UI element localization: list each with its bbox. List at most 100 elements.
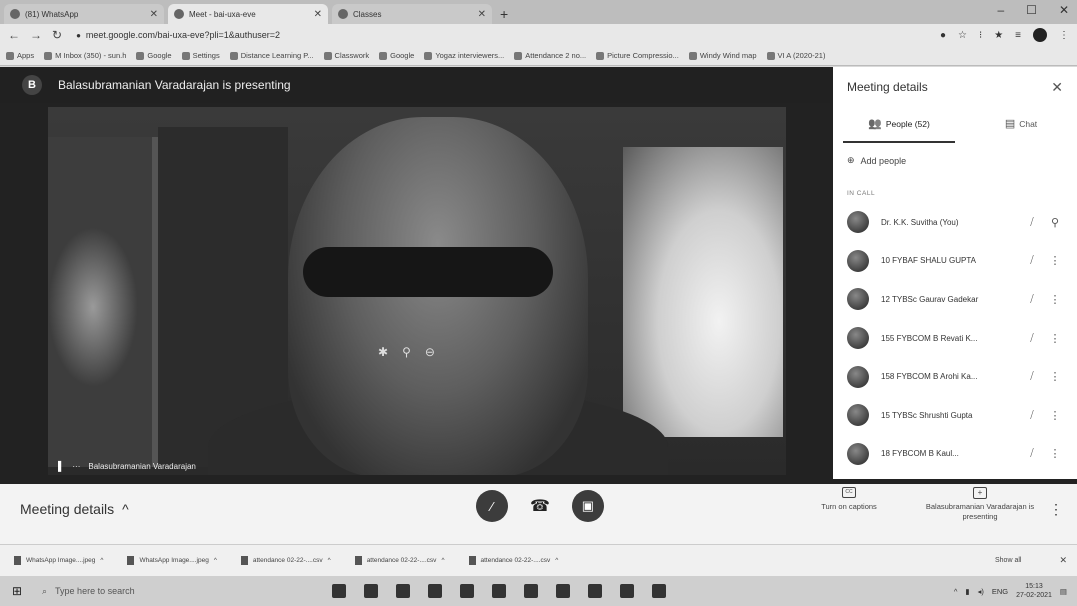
file-explorer-icon[interactable]	[396, 584, 410, 598]
cortana-icon[interactable]	[332, 584, 346, 598]
bookmark-item[interactable]: Google	[379, 51, 414, 60]
chevron-up-icon[interactable]: ^	[214, 557, 217, 564]
extension-icon[interactable]: ≡	[1015, 30, 1021, 41]
tab-whatsapp[interactable]: (81) WhatsApp ✕	[4, 4, 164, 24]
menu-icon[interactable]: ⋮	[1059, 30, 1069, 41]
app-icon[interactable]	[492, 584, 506, 598]
classroom-icon	[323, 52, 332, 60]
more-vert-icon[interactable]: ⋮	[1047, 370, 1063, 383]
bookmark-item[interactable]: VI A (2020-21)	[766, 51, 825, 60]
bookmark-item[interactable]: Attendance 2 no...	[514, 51, 586, 60]
extension-icon[interactable]: ⁝	[979, 30, 982, 41]
chevron-up-icon[interactable]: ^	[954, 587, 958, 596]
present-now-button[interactable]: + Balasubramanian Varadarajan is present…	[910, 487, 1050, 522]
notifications-icon[interactable]: ▤	[1060, 587, 1067, 596]
participant-row[interactable]: 12 TYBSc Gaurav Gadekar ⧸ ⋮	[833, 280, 1077, 319]
back-icon[interactable]: ←	[8, 28, 20, 42]
bookmark-item[interactable]: M Inbox (350) - sun.h	[44, 51, 126, 60]
more-vert-icon[interactable]: ⋮	[1047, 409, 1063, 422]
bookmark-item[interactable]: Classwork	[323, 51, 369, 60]
chevron-up-icon[interactable]: ^	[100, 557, 103, 564]
new-tab-button[interactable]: +	[500, 4, 508, 24]
more-icon[interactable]: ···	[72, 462, 80, 471]
show-all-button[interactable]: Show all	[995, 557, 1021, 564]
star-icon[interactable]: ☆	[958, 30, 967, 41]
address-bar[interactable]: ● meet.google.com/bai-uxa-eve?pli=1&auth…	[72, 27, 930, 43]
mic-icon[interactable]: ⚲	[402, 345, 411, 359]
maximize-icon[interactable]: ☐	[1026, 3, 1037, 17]
camera-icon[interactable]: ●	[940, 30, 946, 41]
windows-start-icon[interactable]: ⊞	[12, 584, 32, 598]
close-icon[interactable]: ✕	[1051, 79, 1063, 96]
minimize-icon[interactable]: –	[997, 3, 1004, 17]
chevron-up-icon[interactable]: ^	[328, 557, 331, 564]
more-vert-icon[interactable]: ⋮	[1047, 293, 1063, 306]
close-window-icon[interactable]: ✕	[1059, 3, 1069, 17]
store-icon[interactable]	[428, 584, 442, 598]
page-icon	[229, 52, 238, 60]
bookmark-item[interactable]: Picture Compressio...	[596, 51, 679, 60]
chevron-up-icon[interactable]: ^	[555, 557, 558, 564]
profile-avatar[interactable]	[1033, 28, 1047, 42]
forward-icon[interactable]: →	[30, 28, 42, 42]
download-item[interactable]: WhatsApp Image....jpeg ^	[14, 556, 103, 565]
mic-off-button[interactable]: ⁄	[476, 490, 508, 522]
download-item[interactable]: attendance 02-22-....csv ^	[468, 556, 558, 565]
chevron-up-icon[interactable]: ^	[441, 557, 444, 564]
more-vert-icon[interactable]: ⋮	[1047, 332, 1063, 345]
chrome-icon[interactable]	[556, 584, 570, 598]
close-icon[interactable]: ✕	[314, 9, 322, 20]
app-icon[interactable]	[588, 584, 602, 598]
tab-meet[interactable]: Meet - bai-uxa-eve ✕	[168, 4, 328, 24]
clock[interactable]: 15:13 27-02-2021	[1016, 582, 1052, 600]
download-item[interactable]: attendance 02-22-....csv ^	[354, 556, 445, 565]
close-icon[interactable]: ✕	[1059, 555, 1067, 566]
pin-icon[interactable]: ✱	[378, 345, 388, 359]
participant-row[interactable]: Dr. K.K. Suvitha (You) ⧸ ⚲	[833, 203, 1077, 242]
app-icon[interactable]	[524, 584, 538, 598]
add-people-button[interactable]: ⊕ Add people	[833, 143, 1077, 178]
tab-chat[interactable]: ▤ Chat	[965, 107, 1077, 143]
download-item[interactable]: attendance 02-22-....csv ^	[240, 556, 331, 565]
bookmark-item[interactable]: Yogaz interviewers...	[424, 51, 504, 60]
edge-icon[interactable]	[460, 584, 474, 598]
download-item[interactable]: WhatsApp Image....jpeg ^	[127, 556, 217, 565]
bookmark-item[interactable]: Settings	[181, 51, 220, 60]
app-icon[interactable]	[620, 584, 634, 598]
participant-row[interactable]: 15 TYBSc Shrushti Gupta ⧸ ⋮	[833, 396, 1077, 435]
tab-people[interactable]: 👥 People (52)	[843, 107, 955, 143]
bookmark-item[interactable]: Windy Wind map	[688, 51, 757, 60]
presenter-video[interactable]: ✱ ⚲ ⊖ ▌ ··· Balasubramanian Varadarajan	[48, 107, 786, 475]
close-icon[interactable]: ✕	[150, 9, 158, 20]
participant-row[interactable]: 10 FYBAF SHALU GUPTA ⧸ ⋮	[833, 242, 1077, 281]
more-vert-icon[interactable]: ⋮	[1047, 447, 1063, 460]
remove-icon[interactable]: ⊖	[425, 345, 435, 359]
network-icon[interactable]: ▮	[965, 587, 969, 596]
pin-icon[interactable]: ⚲	[1047, 216, 1063, 229]
participant-row[interactable]: 155 FYBCOM B Revati K... ⧸ ⋮	[833, 319, 1077, 358]
bookmark-item[interactable]: Google	[136, 51, 172, 60]
hang-up-button[interactable]: ☎	[530, 496, 550, 516]
browser-toolbar: ← → ↻ ● meet.google.com/bai-uxa-eve?pli=…	[0, 24, 1077, 46]
close-icon[interactable]: ✕	[478, 9, 486, 20]
more-options-icon[interactable]: ⋮	[1049, 501, 1063, 518]
present-icon: +	[973, 487, 987, 499]
taskbar-search[interactable]: ⌕ Type here to search	[42, 580, 272, 602]
meeting-details-button[interactable]: Meeting details ^	[20, 501, 129, 517]
more-vert-icon[interactable]: ⋮	[1047, 254, 1063, 267]
bookmark-item[interactable]: Apps	[6, 51, 34, 60]
app-icon[interactable]	[652, 584, 666, 598]
meeting-details-label: Meeting details	[20, 501, 115, 517]
captions-button[interactable]: CC Turn on captions	[813, 487, 885, 511]
bookmark-item[interactable]: Distance Learning P...	[229, 51, 314, 60]
language-indicator[interactable]: ENG	[992, 587, 1008, 596]
participant-row[interactable]: 158 FYBCOM B Arohi Ka... ⧸ ⋮	[833, 357, 1077, 396]
participant-row[interactable]: 18 FYBCOM B Kaul... ⧸ ⋮	[833, 435, 1077, 474]
task-view-icon[interactable]	[364, 584, 378, 598]
google-icon	[136, 52, 145, 60]
tab-classes[interactable]: Classes ✕	[332, 4, 492, 24]
puzzle-icon[interactable]: ★	[994, 30, 1003, 41]
volume-icon[interactable]: ◂)	[978, 587, 984, 596]
camera-off-button[interactable]: ▣	[571, 490, 604, 522]
reload-icon[interactable]: ↻	[52, 28, 62, 42]
